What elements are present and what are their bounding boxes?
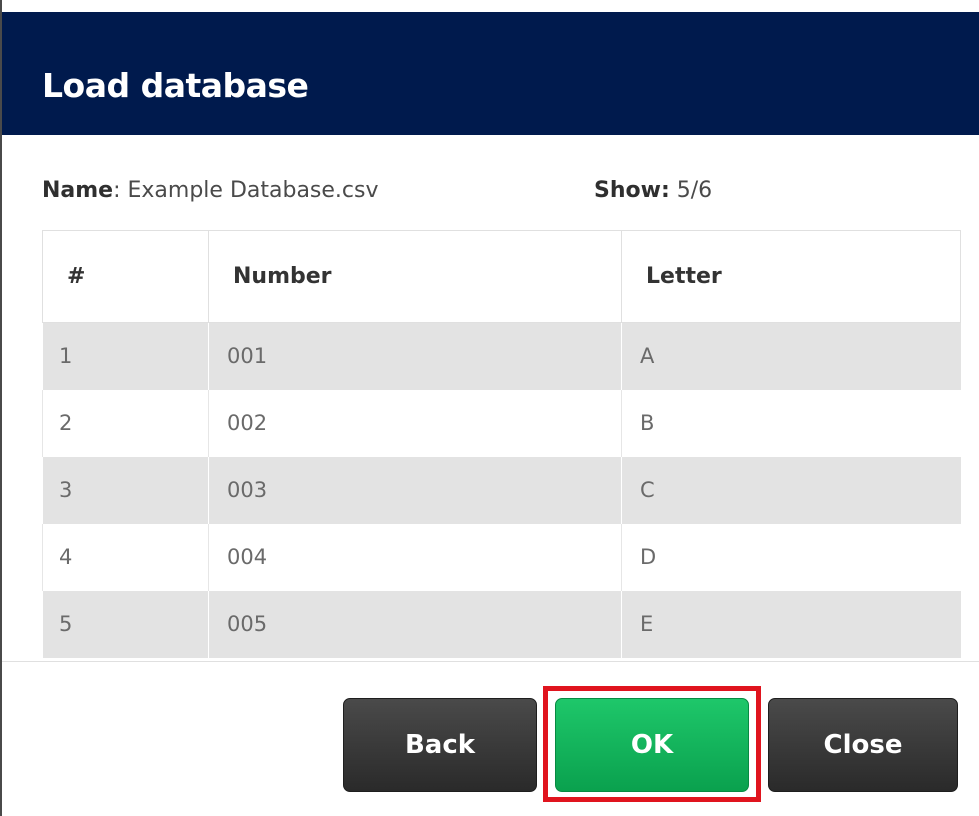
load-database-dialog: Load database Name: Example Database.csv… (0, 0, 979, 816)
dialog-header: Load database (2, 12, 979, 135)
show-value: 5/6 (669, 178, 713, 203)
top-strip (2, 0, 979, 12)
dialog-title: Load database (42, 66, 309, 105)
cell-letter: E (621, 590, 961, 658)
close-button[interactable]: Close (768, 698, 958, 792)
column-header-index: # (42, 230, 209, 323)
cell-letter: D (621, 523, 961, 591)
column-header-letter: Letter (621, 230, 961, 323)
cell-number: 004 (208, 523, 622, 591)
table-row[interactable]: 5 005 E (42, 590, 961, 658)
cell-letter: B (621, 389, 961, 457)
table-row[interactable]: 1 001 A (42, 322, 961, 390)
column-header-number: Number (208, 230, 622, 323)
database-info-row: Name: Example Database.csv Show: 5/6 (42, 178, 979, 208)
footer-divider (2, 661, 979, 662)
table-row[interactable]: 3 003 C (42, 456, 961, 524)
cell-index: 5 (42, 590, 209, 658)
cell-letter: C (621, 456, 961, 524)
table-header-row: # Number Letter (42, 230, 961, 323)
cell-index: 3 (42, 456, 209, 524)
cell-number: 003 (208, 456, 622, 524)
ok-button[interactable]: OK (555, 698, 749, 792)
table-row[interactable]: 4 004 D (42, 523, 961, 591)
records-shown: Show: 5/6 (594, 178, 712, 203)
cell-index: 1 (42, 322, 209, 390)
table-row[interactable]: 2 002 B (42, 389, 961, 457)
cell-index: 4 (42, 523, 209, 591)
cell-letter: A (621, 322, 961, 390)
cell-index: 2 (42, 389, 209, 457)
cell-number: 002 (208, 389, 622, 457)
database-name: Name: Example Database.csv (42, 178, 379, 203)
database-table: # Number Letter 1 001 A 2 002 B 3 003 C … (42, 230, 962, 658)
show-label: Show: (594, 178, 670, 203)
cell-number: 005 (208, 590, 622, 658)
cell-number: 001 (208, 322, 622, 390)
name-value: : Example Database.csv (113, 178, 379, 203)
back-button[interactable]: Back (343, 698, 537, 792)
name-label: Name (42, 178, 114, 203)
